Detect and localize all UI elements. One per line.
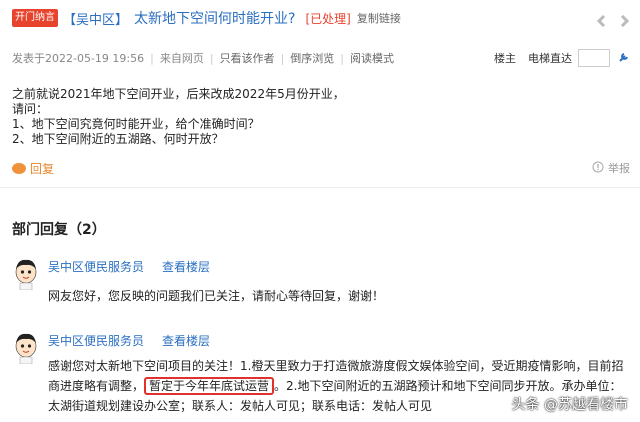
reply-header: 吴中区便民服务员 查看楼层: [48, 258, 210, 275]
reply-text: 网友您好，您反映的问题我们已关注，请耐心等待回复，谢谢！: [48, 289, 385, 303]
divider: |: [280, 51, 285, 65]
divider: |: [150, 51, 154, 65]
district-tag[interactable]: 【吴中区】: [63, 9, 128, 28]
question-line: 之前就说2021年地下空间开业，后来改成2022年5月份开业，: [12, 87, 345, 101]
reply-button[interactable]: 回复: [12, 160, 54, 177]
highlighted-text: 暂定于今年年底试运营: [144, 377, 275, 395]
floor-jump: 楼主 电梯直达: [494, 49, 630, 67]
jump-label: 电梯直达: [528, 52, 572, 65]
post-meta: 发表于2022-05-19 19:56 | 来自网页 | 只看该作者 | 倒序浏…: [12, 49, 630, 67]
divider: |: [340, 51, 344, 65]
read-mode-link[interactable]: 阅读模式: [350, 50, 394, 66]
report-button[interactable]: 举报: [592, 160, 630, 176]
watermark: 头条 @苏越看楼市: [511, 397, 628, 413]
wrench-icon[interactable]: [618, 51, 630, 66]
forum-badge[interactable]: 开门纳言: [12, 9, 58, 27]
author-name[interactable]: 吴中区便民服务员: [48, 258, 144, 275]
thread-title[interactable]: 太新地下空间何时能开业?: [134, 8, 295, 28]
next-thread-icon[interactable]: [618, 12, 630, 28]
copy-link-button[interactable]: 复制链接: [357, 10, 401, 26]
post-time: 发表于2022-05-19 19:56: [12, 52, 145, 65]
floor-jump-input[interactable]: [578, 49, 610, 67]
department-reply: 吴中区便民服务员 查看楼层 网友您好，您反映的问题我们已关注，请耐心等待回复，谢…: [12, 258, 630, 308]
author-name[interactable]: 吴中区便民服务员: [48, 332, 144, 349]
divider: |: [209, 51, 214, 65]
warning-icon: [592, 161, 604, 176]
status-badge: [已处理]: [305, 11, 351, 26]
floor-owner-label: 楼主: [494, 52, 516, 65]
question-line: 请问：: [12, 102, 49, 116]
reply-header: 吴中区便民服务员 查看楼层: [48, 332, 210, 349]
post-actions: 回复 举报: [12, 159, 630, 177]
view-floor-link[interactable]: 查看楼层: [162, 258, 210, 275]
reply-label: 回复: [30, 161, 55, 176]
avatar[interactable]: [12, 332, 42, 365]
prev-thread-icon[interactable]: [596, 12, 608, 28]
view-floor-link[interactable]: 查看楼层: [162, 332, 210, 349]
thread-nav: [596, 12, 630, 28]
question-line: 2、地下空间附近的五湖路、何时开放？: [12, 132, 224, 146]
only-author-link[interactable]: 只看该作者: [220, 50, 275, 66]
question-body: 之前就说2021年地下空间开业，后来改成2022年5月份开业， 请问： 1、地下…: [12, 87, 612, 147]
report-label: 举报: [608, 162, 630, 175]
section-divider: [0, 187, 640, 188]
thread-title-row: 开门纳言 【吴中区】 太新地下空间何时能开业? [已处理] 复制链接: [12, 7, 630, 29]
reverse-order-link[interactable]: 倒序浏览: [290, 50, 334, 66]
section-title: 部门回复（2）: [12, 222, 106, 238]
post-source: 来自网页: [159, 52, 204, 65]
speech-bubble-icon: [12, 162, 26, 174]
question-line: 1、地下空间究竟何时能开业，给个准确时间？: [12, 117, 260, 131]
avatar[interactable]: [12, 258, 42, 291]
